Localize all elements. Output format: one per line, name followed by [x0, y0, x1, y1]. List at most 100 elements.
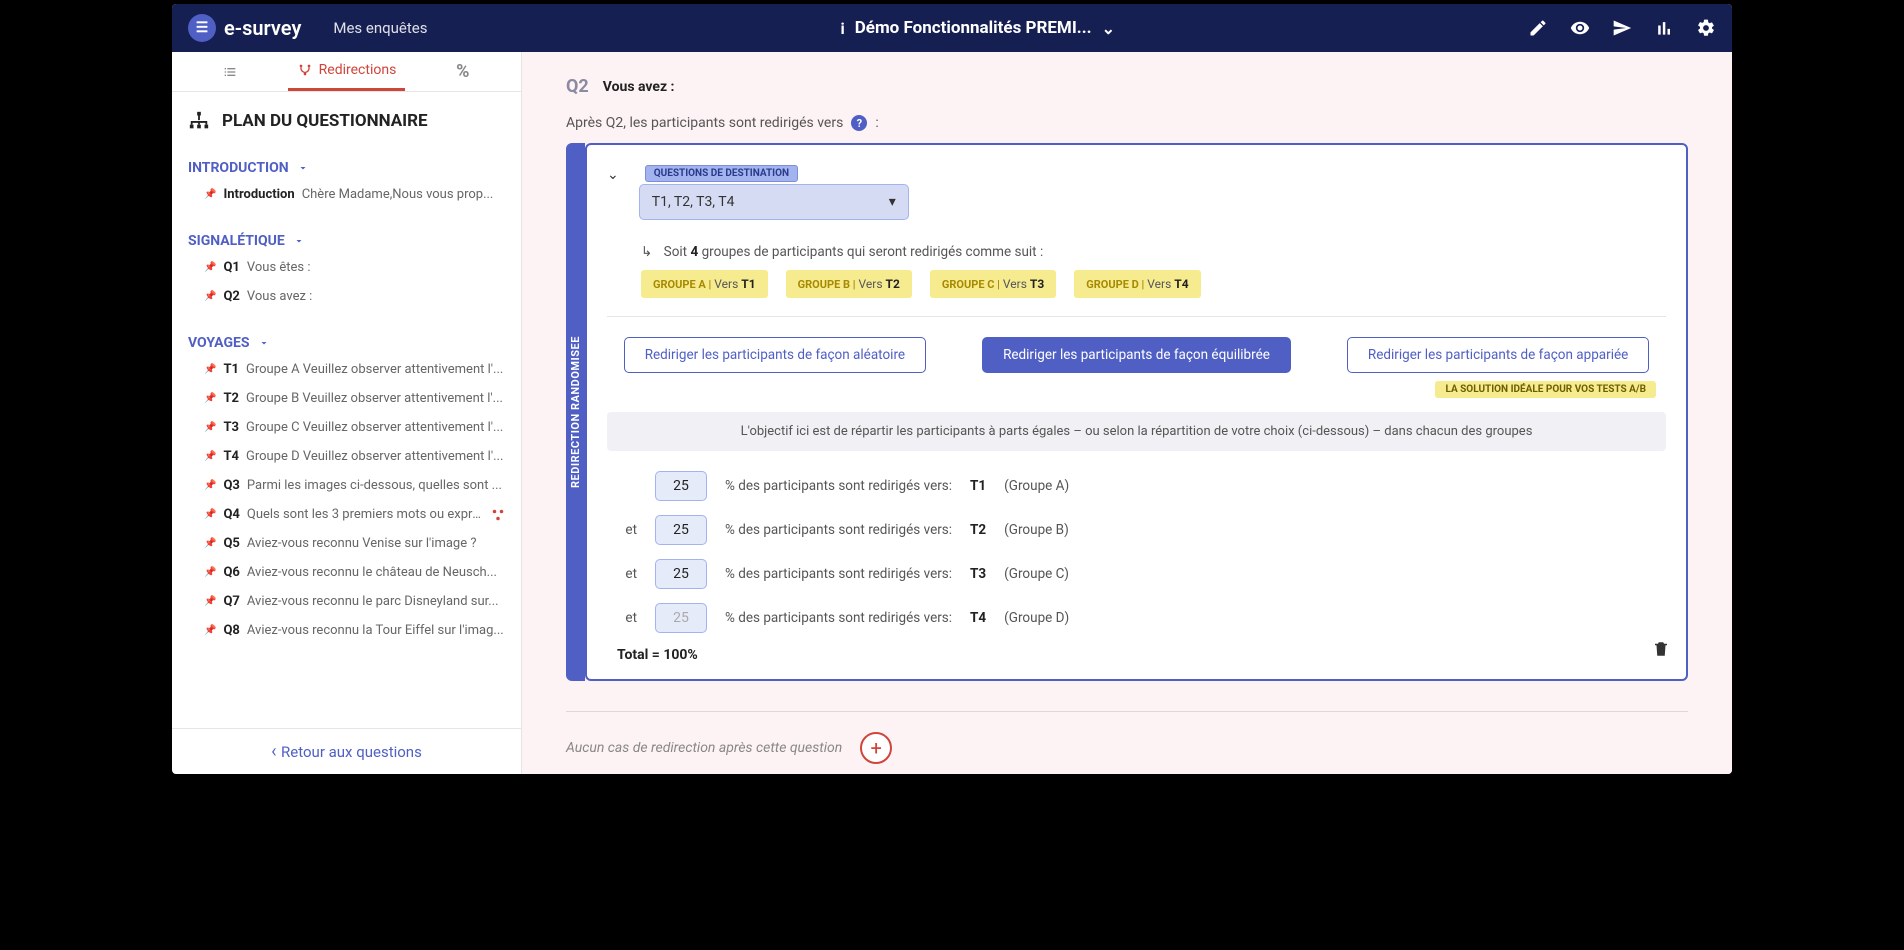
question-code: Q7 [223, 594, 239, 609]
question-text: Groupe C Veuillez observer attentivement… [246, 420, 505, 435]
hierarchy-icon [188, 110, 210, 132]
mode-random[interactable]: Rediriger les participants de façon aléa… [624, 337, 926, 373]
percent-input[interactable] [655, 515, 707, 545]
question-code: Q2 [223, 289, 239, 304]
pin-icon: 📌 [204, 625, 216, 636]
help-icon[interactable]: ? [851, 115, 867, 131]
pct-target: T1 [970, 478, 986, 494]
redirect-card: ⌄ QUESTIONS DE DESTINATION T1, T2, T3, T… [585, 143, 1688, 681]
question-item[interactable]: 📌Q8Aviez-vous reconnu la Tour Eiffel sur… [172, 616, 521, 645]
chart-icon[interactable] [1654, 18, 1674, 38]
destination-label: QUESTIONS DE DESTINATION [645, 165, 798, 182]
survey-title: Démo Fonctionnalités PREMI... [855, 18, 1092, 38]
pin-icon: 📌 [204, 393, 216, 404]
question-code: Q2 [566, 76, 589, 97]
brand-name: e-survey [224, 16, 301, 40]
branch-icon [297, 62, 313, 78]
question-item[interactable]: 📌Q6Aviez-vous reconnu le château de Neus… [172, 558, 521, 587]
back-to-questions[interactable]: Retour aux questions [271, 743, 422, 761]
question-text: Quels sont les 3 premiers mots ou expre.… [247, 507, 484, 522]
section-header[interactable]: VOYAGES [172, 325, 521, 355]
plan-header: PLAN DU QUESTIONNAIRE [172, 92, 521, 150]
nav-my-surveys[interactable]: Mes enquêtes [333, 19, 427, 37]
question-item[interactable]: 📌 Q5 Aviez-vous reconnu Venise sur l'image… [172, 529, 521, 558]
add-redirect-button[interactable]: + [860, 732, 892, 764]
group-chip: GROUPE B | Vers T2 [786, 270, 912, 298]
dropdown-arrow-icon: ▾ [889, 194, 896, 210]
group-chip: GROUPE C | Vers T3 [930, 270, 1056, 298]
group-chip: GROUPE D | Vers T4 [1074, 270, 1200, 298]
tab-redirections-label: Redirections [319, 62, 397, 78]
chevron-down-icon: ⌄ [1102, 19, 1115, 38]
delete-button[interactable] [1652, 639, 1670, 663]
total-line: Total = 100% [617, 647, 1666, 663]
question-item[interactable]: 📌T4Groupe D Veuillez observer attentivem… [172, 442, 521, 471]
logo-icon: ☰ [188, 14, 216, 42]
section-header[interactable]: SIGNALÉTIQUE [172, 223, 521, 253]
tab-list[interactable] [172, 52, 288, 91]
groups-summary: ↳ Soit 4 groupes de participants qui ser… [641, 244, 1666, 260]
question-item[interactable]: 📌T1Groupe A Veuillez observer attentivem… [172, 355, 521, 384]
sidebar: Redirections % PLAN DU QUESTIONNAIRE INT… [172, 52, 522, 774]
pin-icon: 📌 [204, 291, 216, 302]
pct-group: (Groupe A) [1004, 478, 1069, 494]
edit-icon[interactable] [1528, 18, 1548, 38]
pct-target: T2 [970, 522, 986, 538]
pin-icon: 📌 [204, 509, 216, 520]
question-text: Aviez-vous reconnu le parc Disneyland su… [247, 594, 505, 609]
question-item[interactable]: 📌T3Groupe C Veuillez observer attentivem… [172, 413, 521, 442]
main-content: Q2 Vous avez : Après Q2, les participant… [522, 52, 1732, 774]
redirect-intro-text: Après Q2, les participants sont redirigé… [566, 115, 843, 131]
survey-selector[interactable]: i Démo Fonctionnalités PREMI... ⌄ [840, 18, 1115, 38]
trash-icon [1652, 639, 1670, 659]
question-item[interactable]: 📌Q2Vous avez : [172, 282, 521, 311]
question-item[interactable]: 📌T2Groupe B Veuillez observer attentivem… [172, 384, 521, 413]
no-redirect-text: Aucun cas de redirection après cette que… [566, 740, 842, 756]
question-item[interactable]: 📌Q1Vous êtes : [172, 253, 521, 282]
pct-suffix: % des participants sont redirigés vers: [725, 522, 952, 538]
question-text: Groupe A Veuillez observer attentivement… [246, 362, 505, 377]
pin-icon: 📌 [204, 262, 216, 273]
percent-input[interactable] [655, 471, 707, 501]
info-icon: i [840, 19, 844, 38]
list-icon [222, 64, 238, 80]
question-item[interactable]: 📌IntroductionChère Madame,Nous vous prop… [172, 180, 521, 209]
pin-icon: 📌 [204, 567, 216, 578]
question-item[interactable]: 📌Q7Aviez-vous reconnu le parc Disneyland… [172, 587, 521, 616]
percent-input[interactable] [655, 603, 707, 633]
tab-percent[interactable]: % [405, 52, 521, 91]
chevron-down-icon [297, 162, 309, 174]
section-header[interactable]: INTRODUCTION [172, 150, 521, 180]
card-vertical-label: REDIRECTION RANDOMISEE [566, 143, 585, 681]
question-text: Aviez-vous reconnu Venise sur l'image ? [247, 536, 505, 551]
separator [607, 316, 1666, 317]
mode-balanced[interactable]: Rediriger les participants de façon équi… [982, 337, 1291, 373]
collapse-button[interactable]: ⌄ [607, 167, 619, 183]
pin-icon: 📌 [204, 538, 216, 549]
question-text: Chère Madame,Nous vous prop... [302, 187, 505, 202]
destination-select[interactable]: T1, T2, T3, T4 ▾ [639, 184, 909, 220]
tab-redirections[interactable]: Redirections [288, 52, 404, 91]
question-code: T3 [223, 420, 239, 435]
pct-suffix: % des participants sont redirigés vers: [725, 610, 952, 626]
eye-icon[interactable] [1570, 18, 1590, 38]
pct-group: (Groupe D) [1004, 610, 1069, 626]
percent-icon: % [456, 61, 469, 82]
gear-icon[interactable] [1696, 18, 1716, 38]
percent-input[interactable] [655, 559, 707, 589]
chevron-down-icon [293, 235, 305, 247]
arrow-icon: ↳ [641, 244, 652, 260]
question-text: Groupe D Veuillez observer attentivement… [246, 449, 505, 464]
pin-icon: 📌 [204, 364, 216, 375]
question-item[interactable]: 📌Q4Quels sont les 3 premiers mots ou exp… [172, 500, 521, 529]
pct-group: (Groupe C) [1004, 566, 1069, 582]
et-label: et [617, 522, 637, 538]
percentage-row: % des participants sont redirigés vers: … [617, 471, 1666, 501]
question-code: T2 [223, 391, 239, 406]
mode-paired[interactable]: Rediriger les participants de façon appa… [1347, 337, 1649, 373]
info-bar: L'objectif ici est de répartir les parti… [607, 412, 1666, 451]
logo[interactable]: ☰ e-survey [188, 14, 301, 42]
question-item[interactable]: 📌Q3Parmi les images ci-dessous, quelles … [172, 471, 521, 500]
question-code: Q5 [223, 536, 239, 551]
send-icon[interactable] [1612, 18, 1632, 38]
